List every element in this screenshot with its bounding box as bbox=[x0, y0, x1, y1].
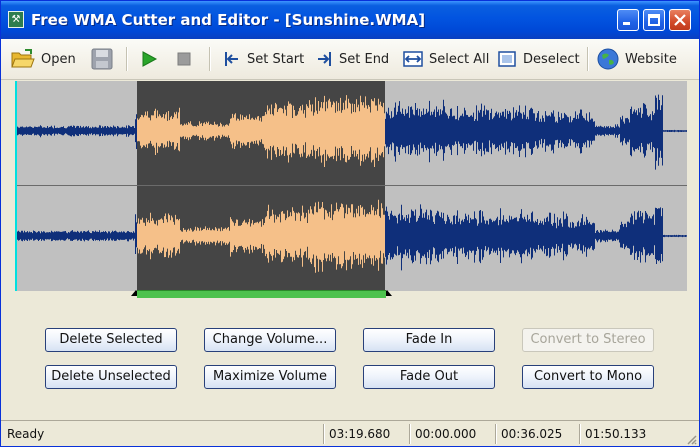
selection-end-time: 01:50.133 bbox=[585, 427, 647, 441]
stop-button[interactable] bbox=[175, 45, 193, 73]
app-icon: ⚒ bbox=[8, 11, 24, 28]
status-divider bbox=[495, 424, 497, 444]
select-all-button[interactable]: Select All bbox=[403, 45, 489, 73]
deselect-label: Deselect bbox=[523, 51, 580, 67]
set-end-icon bbox=[318, 52, 331, 66]
status-bar: Ready 03:19.680 00:00.000 00:36.025 01:5… bbox=[1, 420, 699, 446]
close-button[interactable] bbox=[669, 9, 691, 31]
save-disk-icon bbox=[91, 48, 113, 70]
total-length: 03:19.680 bbox=[329, 427, 391, 441]
playback-cursor[interactable] bbox=[15, 81, 17, 291]
close-icon bbox=[674, 14, 686, 26]
maximize-volume-button[interactable]: Maximize Volume bbox=[204, 365, 336, 389]
waveform-display[interactable] bbox=[15, 81, 687, 291]
select-all-icon bbox=[403, 51, 423, 67]
fade-in-button[interactable]: Fade In bbox=[363, 328, 495, 352]
convert-to-stereo-button[interactable]: Convert to Stereo bbox=[522, 328, 654, 352]
maximize-icon bbox=[648, 14, 660, 26]
window-title: Free WMA Cutter and Editor - [Sunshine.W… bbox=[31, 11, 426, 29]
minimize-button[interactable] bbox=[617, 9, 639, 31]
status-divider bbox=[323, 424, 325, 444]
waveform-canvas[interactable] bbox=[15, 81, 687, 291]
folder-open-icon bbox=[11, 49, 35, 68]
website-button[interactable]: Website bbox=[597, 45, 677, 73]
delete-unselected-button[interactable]: Delete Unselected bbox=[45, 365, 177, 389]
waveform-channel-2 bbox=[15, 199, 687, 273]
play-button[interactable] bbox=[139, 45, 159, 73]
selection-bar[interactable] bbox=[137, 290, 386, 298]
save-button[interactable] bbox=[91, 45, 113, 73]
fade-out-button[interactable]: Fade Out bbox=[363, 365, 495, 389]
status-divider bbox=[409, 424, 411, 444]
maximize-button[interactable] bbox=[643, 9, 665, 31]
set-end-label: Set End bbox=[339, 51, 390, 67]
toolbar: Open Set Start Set End Select All Desele… bbox=[1, 39, 699, 80]
status-text: Ready bbox=[7, 427, 45, 441]
globe-icon bbox=[597, 48, 619, 70]
set-start-button[interactable]: Set Start bbox=[223, 45, 304, 73]
website-label: Website bbox=[625, 51, 677, 67]
set-start-label: Set Start bbox=[247, 51, 305, 67]
set-start-icon bbox=[225, 52, 238, 66]
toolbar-separator bbox=[126, 47, 128, 71]
play-icon bbox=[142, 51, 158, 67]
app-window: ⚒ Free WMA Cutter and Editor - [Sunshine… bbox=[0, 0, 700, 447]
convert-to-mono-button[interactable]: Convert to Mono bbox=[522, 365, 654, 389]
delete-selected-button[interactable]: Delete Selected bbox=[45, 328, 177, 352]
open-label: Open bbox=[41, 51, 76, 67]
toolbar-separator bbox=[587, 47, 589, 71]
change-volume-button[interactable]: Change Volume... bbox=[204, 328, 336, 352]
title-bar[interactable]: ⚒ Free WMA Cutter and Editor - [Sunshine… bbox=[1, 1, 699, 39]
minimize-icon bbox=[623, 22, 630, 25]
select-all-label: Select All bbox=[429, 51, 490, 67]
stop-icon bbox=[177, 52, 191, 66]
deselect-button[interactable]: Deselect bbox=[497, 45, 580, 73]
selection-start-time: 00:36.025 bbox=[501, 427, 563, 441]
set-end-button[interactable]: Set End bbox=[315, 45, 389, 73]
deselect-icon bbox=[498, 51, 516, 67]
toolbar-separator bbox=[209, 47, 211, 71]
status-divider bbox=[579, 424, 581, 444]
open-button[interactable]: Open bbox=[11, 45, 76, 73]
resize-grip-icon[interactable] bbox=[685, 433, 697, 445]
cursor-time: 00:00.000 bbox=[415, 427, 477, 441]
